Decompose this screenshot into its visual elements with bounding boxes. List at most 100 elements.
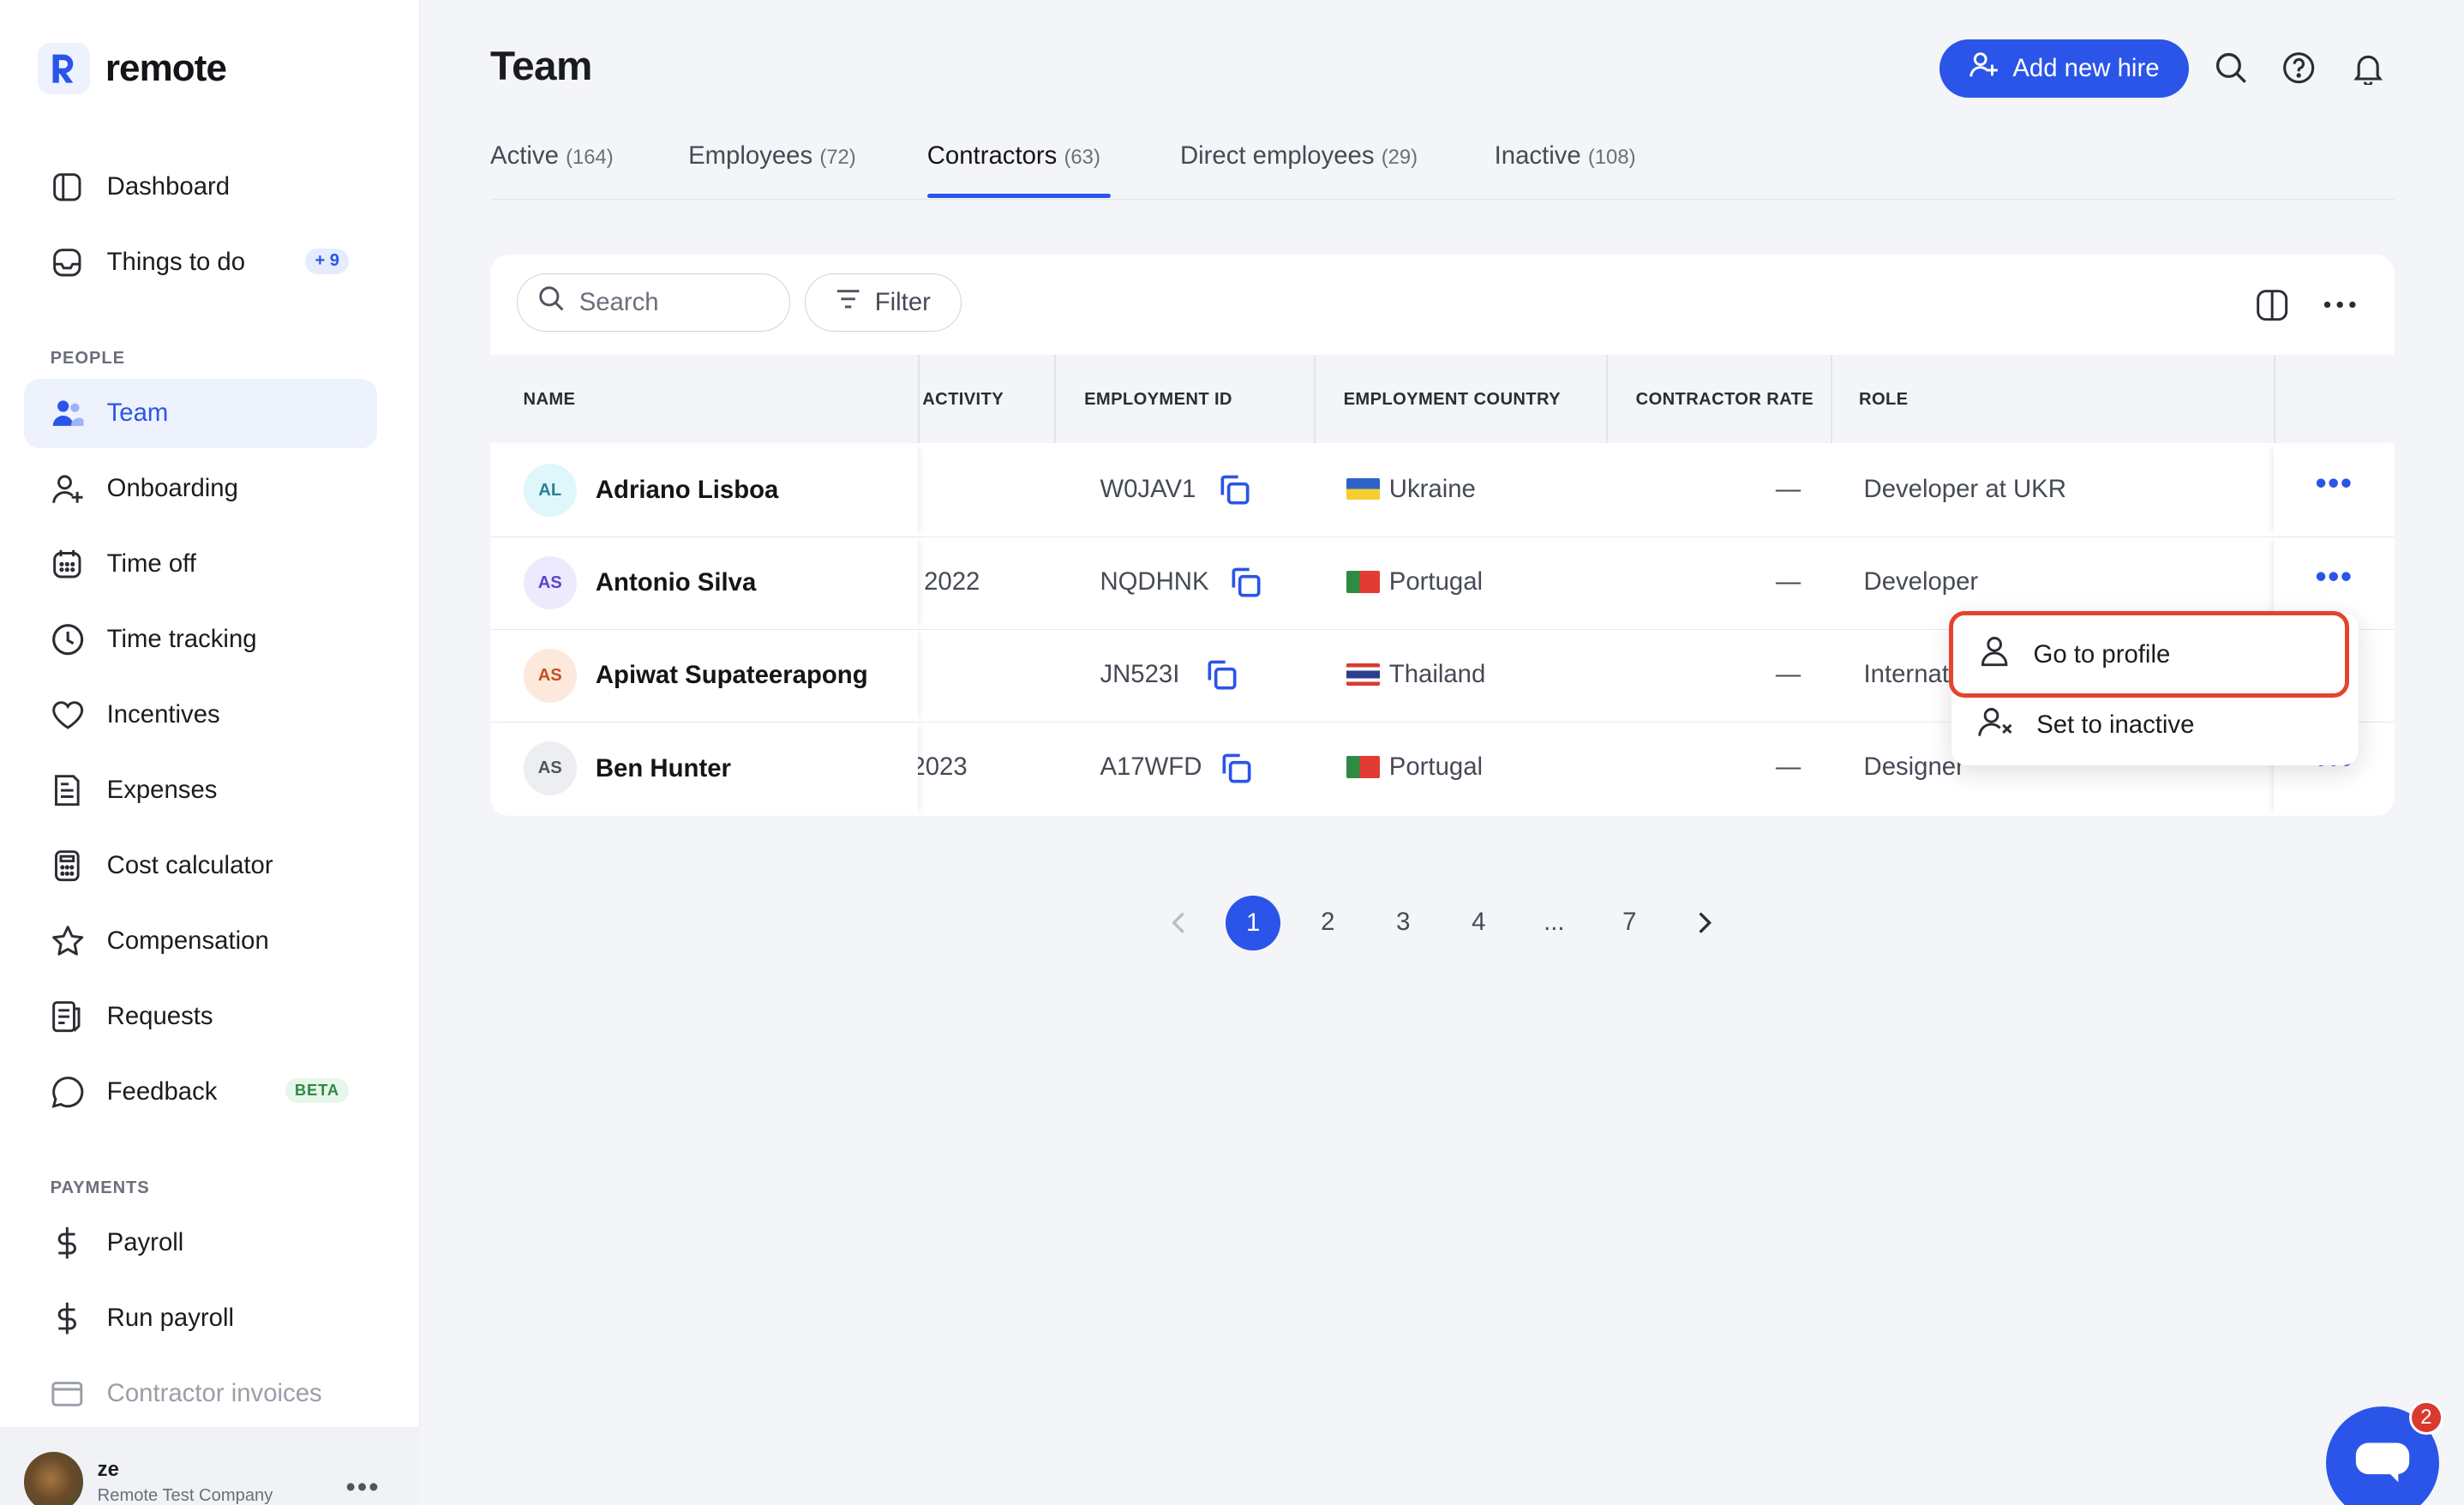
dollar-icon: [51, 1301, 85, 1335]
page-title: Team: [490, 43, 592, 89]
sidebar-item-run-payroll[interactable]: Run payroll: [24, 1284, 378, 1353]
search-icon[interactable]: [2213, 49, 2251, 87]
sidebar-item-label: Time off: [106, 549, 196, 579]
sidebar-item-team[interactable]: Team: [23, 378, 378, 448]
notification-bell-icon[interactable]: [2349, 49, 2387, 87]
tab-employees[interactable]: Employees (72): [688, 141, 856, 171]
sidebar-item-contractor-invoices[interactable]: Contractor invoices: [24, 1359, 378, 1429]
more-options-icon[interactable]: [2321, 286, 2359, 324]
copy-icon[interactable]: [1218, 750, 1256, 788]
ukraine-flag-icon: [1346, 477, 1380, 501]
menu-item-label: Set to inactive: [2036, 711, 2195, 740]
columns-icon[interactable]: [2253, 286, 2291, 324]
sidebar-item-time-tracking[interactable]: Time tracking: [24, 605, 378, 675]
page-button-2[interactable]: 2: [1309, 896, 1346, 949]
sidebar-item-time-off[interactable]: Time off: [24, 530, 378, 599]
employment-id-cell: A17WFD: [1100, 752, 1202, 782]
column-divider: [2274, 355, 2275, 444]
tab-count: (63): [1064, 146, 1100, 169]
receipt-icon: [51, 773, 85, 807]
sidebar-item-label: Things to do: [106, 248, 246, 277]
user-account[interactable]: ze Remote Test Company •••: [0, 1426, 420, 1505]
page-button-3[interactable]: 3: [1384, 896, 1422, 949]
column-header-contractor-rate[interactable]: CONTRACTOR RATE: [1636, 390, 1814, 410]
employment-id-cell: W0JAV1: [1100, 474, 1196, 503]
sidebar-item-onboarding[interactable]: Onboarding: [24, 454, 378, 524]
page-button-7[interactable]: 7: [1610, 896, 1648, 949]
user-plus-icon: [51, 471, 85, 506]
sidebar-item-label: Dashboard: [106, 172, 231, 201]
row-action-menu: Go to profile Set to inactive: [1951, 613, 2359, 765]
sidebar-item-requests[interactable]: Requests: [24, 982, 378, 1052]
add-new-hire-button[interactable]: Add new hire: [1939, 39, 2190, 98]
sidebar-item-label: Incentives: [106, 700, 220, 729]
portugal-flag-icon: [1346, 756, 1380, 778]
thailand-flag-icon: [1346, 663, 1380, 686]
tab-count: (164): [566, 146, 614, 169]
initials-avatar: AS: [523, 649, 577, 703]
column-header-name[interactable]: NAME: [524, 390, 576, 410]
section-label-people: PEOPLE: [50, 349, 125, 369]
sidebar-item-things-to-do[interactable]: Things to do + 9: [24, 228, 378, 297]
copy-icon[interactable]: [1227, 564, 1265, 602]
invoice-icon: [51, 1376, 85, 1411]
initials-avatar: AS: [523, 741, 577, 795]
copy-icon[interactable]: [1203, 657, 1241, 694]
brand[interactable]: remote: [38, 42, 227, 94]
inbox-icon: [51, 245, 85, 279]
go-to-profile-menu-item[interactable]: Go to profile: [1951, 619, 2359, 690]
section-label-payments: PAYMENTS: [50, 1178, 150, 1198]
filter-icon: [836, 288, 860, 317]
tab-active[interactable]: Active (164): [490, 141, 614, 171]
calendar-icon: [51, 547, 85, 581]
sidebar-item-feedback[interactable]: Feedback BETA: [24, 1058, 378, 1127]
row-actions: •••: [2274, 444, 2395, 537]
search-input[interactable]: [579, 287, 768, 317]
sidebar-item-cost-calculator[interactable]: Cost calculator: [24, 831, 378, 901]
more-icon[interactable]: •••: [345, 1471, 380, 1503]
user-company: Remote Test Company: [97, 1486, 273, 1505]
person-name-link[interactable]: Adriano Lisboa: [596, 476, 778, 505]
dashboard-icon: [51, 170, 85, 204]
role-cell: Designer: [1863, 752, 1964, 782]
person-name-link[interactable]: Ben Hunter: [596, 754, 731, 783]
row-menu-icon[interactable]: •••: [2316, 561, 2353, 593]
tab-bar: Active (164) Employees (72) Contractors …: [490, 138, 2395, 200]
role-cell: Developer: [1863, 567, 1979, 596]
sidebar-item-label: Contractor invoices: [106, 1379, 322, 1408]
page-button-1[interactable]: 1: [1226, 896, 1281, 951]
team-icon: [51, 396, 85, 430]
person-name-link[interactable]: Antonio Silva: [596, 568, 756, 597]
previous-page-icon[interactable]: [1160, 896, 1197, 949]
user-name: ze: [97, 1458, 119, 1482]
sidebar-item-incentives[interactable]: Incentives: [24, 681, 378, 750]
person-name-link[interactable]: Apiwat Supateerapong: [596, 661, 868, 690]
copy-icon[interactable]: [1216, 471, 1254, 509]
filter-button[interactable]: Filter: [804, 273, 962, 332]
search-box[interactable]: [517, 273, 791, 332]
remote-logo-icon: [38, 42, 90, 94]
sidebar-item-label: Team: [106, 399, 169, 428]
column-divider: [1605, 355, 1608, 444]
tab-label: Employees: [688, 141, 813, 170]
column-header-employment-id[interactable]: EMPLOYMENT ID: [1084, 390, 1232, 410]
next-page-icon[interactable]: [1686, 896, 1724, 949]
tab-inactive[interactable]: Inactive (108): [1495, 141, 1636, 171]
table-row[interactable]: W0JAV1 Ukraine — Developer at UKR AL Adr…: [490, 444, 2395, 538]
set-to-inactive-menu-item[interactable]: Set to inactive: [1951, 690, 2359, 761]
page-button-4[interactable]: 4: [1460, 896, 1497, 949]
row-menu-icon[interactable]: •••: [2316, 468, 2353, 500]
sidebar-item-compensation[interactable]: Compensation: [24, 907, 378, 976]
column-header-employment-country[interactable]: EMPLOYMENT COUNTRY: [1344, 390, 1561, 410]
sidebar-item-expenses[interactable]: Expenses: [24, 756, 378, 825]
help-icon[interactable]: [2280, 49, 2317, 87]
sidebar-item-payroll[interactable]: Payroll: [24, 1208, 378, 1278]
tab-count: (29): [1381, 146, 1418, 169]
column-header-activity[interactable]: ACTIVITY: [922, 390, 1004, 410]
column-header-role[interactable]: ROLE: [1859, 390, 1908, 410]
requests-icon: [51, 999, 85, 1034]
sidebar-item-dashboard[interactable]: Dashboard: [24, 153, 378, 222]
tab-contractors[interactable]: Contractors (63): [927, 141, 1100, 171]
tab-label: Contractors: [926, 141, 1058, 170]
tab-direct-employees[interactable]: Direct employees (29): [1180, 141, 1418, 171]
